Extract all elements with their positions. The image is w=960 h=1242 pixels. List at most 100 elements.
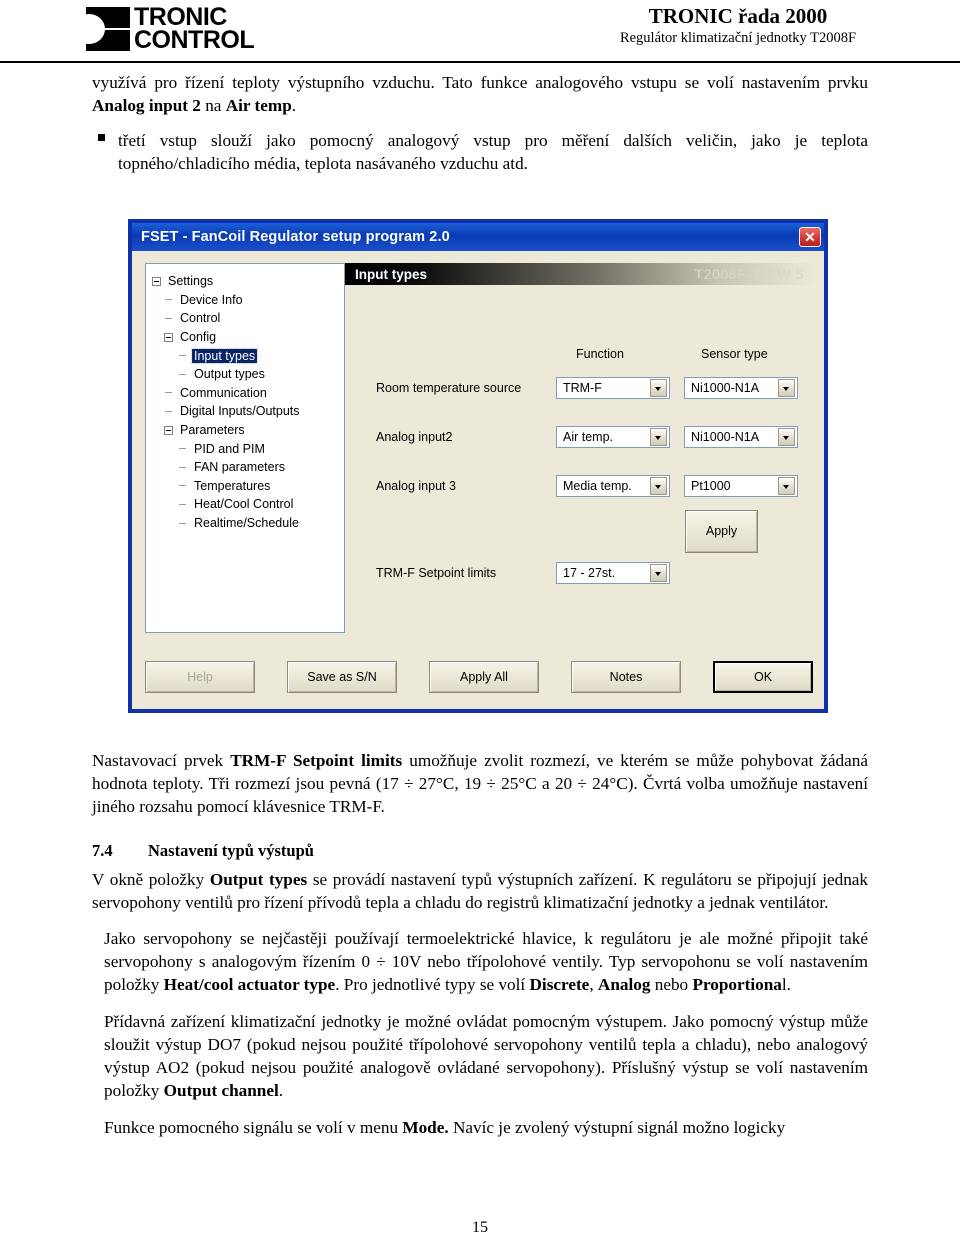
minus-expander-icon[interactable] <box>164 425 173 435</box>
bullet-marker-icon <box>92 130 118 176</box>
bullet-text: třetí vstup slouží jako pomocný analogov… <box>118 130 868 173</box>
company-logo: TRONIC CONTROL <box>86 4 255 55</box>
row-label: Analog input 3 <box>376 479 456 493</box>
close-icon[interactable]: ✕ <box>799 227 821 247</box>
para2-bold-setpoint-limits: TRM-F Setpoint limits <box>230 751 403 770</box>
function-select-analog-input-3[interactable]: Media temp. <box>556 475 670 497</box>
tree-item-realtime-schedule[interactable]: Realtime/Schedule <box>152 514 340 533</box>
para4-part-d: nebo <box>650 975 693 995</box>
column-header-function: Function <box>576 347 624 361</box>
tree-item-digital-inputs-outputs[interactable]: Digital Inputs/Outputs <box>152 402 340 421</box>
chevron-down-icon[interactable] <box>650 379 667 397</box>
select-value: Ni1000-N1A <box>691 430 760 444</box>
para4-part-c: , <box>589 975 598 995</box>
chevron-down-icon[interactable] <box>650 477 667 495</box>
ok-button[interactable]: OK <box>713 661 813 693</box>
apply-button[interactable]: Apply <box>685 510 758 553</box>
chevron-down-icon[interactable] <box>778 379 795 397</box>
select-value: TRM-F <box>563 381 602 395</box>
tree-item-label: PID and PIM <box>194 441 265 456</box>
device-model-label: T2008F-T, FW 5 <box>694 266 804 282</box>
para1-bold-analog-input-2: Analog input 2 <box>92 95 201 115</box>
function-select-room-temperature-source[interactable]: TRM-F <box>556 377 670 399</box>
logo-line-2: CONTROL <box>134 26 255 55</box>
form-row-setpoint-limits: TRM-F Setpoint limits 17 - 27st. <box>345 562 816 586</box>
tree-item-label: Temperatures <box>194 478 271 493</box>
top-text-block: využívá pro řízení teploty výstupního vz… <box>92 72 868 176</box>
apply-all-button[interactable]: Apply All <box>429 661 539 693</box>
row-label: TRM-F Setpoint limits <box>376 566 497 580</box>
para4-part-e: l. <box>781 975 791 995</box>
logo-wordmark: TRONIC CONTROL <box>134 4 255 55</box>
paragraph-auxiliary-output: Přídavná zařízení klimatizační jednotky … <box>92 1011 868 1103</box>
help-button[interactable]: Help <box>145 661 255 693</box>
section-header-bar: Input types T2008F-T, FW 5 <box>345 263 816 285</box>
tree-item-label: FAN parameters <box>194 460 286 475</box>
chevron-down-icon[interactable] <box>778 428 795 446</box>
tree-item-control[interactable]: Control <box>152 309 340 328</box>
settings-tree[interactable]: Settings Device Info Control Config Inpu… <box>145 263 345 633</box>
chevron-down-icon[interactable] <box>650 564 667 582</box>
paragraph-mode-menu: Funkce pomocného signálu se volí v menu … <box>92 1117 868 1140</box>
tree-line-icon <box>178 481 187 490</box>
dialog-titlebar[interactable]: FSET - FanCoil Regulator setup program 2… <box>132 223 824 251</box>
page-header: TRONIC CONTROL TRONIC řada 2000 Reguláto… <box>0 0 960 63</box>
tree-item-input-types[interactable]: Input types <box>152 346 340 365</box>
chevron-down-icon[interactable] <box>650 428 667 446</box>
tree-item-communication[interactable]: Communication <box>152 384 340 403</box>
para4-bold-analog: Analog <box>597 975 651 995</box>
tree-item-device-info[interactable]: Device Info <box>152 291 340 310</box>
tree-item-label-selected: Input types <box>190 347 259 364</box>
function-select-analog-input-2[interactable]: Air temp. <box>556 426 670 448</box>
minus-expander-icon[interactable] <box>164 332 173 342</box>
tree-item-label: Digital Inputs/Outputs <box>180 404 300 419</box>
sensor-type-select-analog-input-2[interactable]: Ni1000-N1A <box>684 426 798 448</box>
dialog-body: Settings Device Info Control Config Inpu… <box>132 251 824 709</box>
save-as-sn-button[interactable]: Save as S/N <box>287 661 397 693</box>
sensor-type-select-room-temperature-source[interactable]: Ni1000-N1A <box>684 377 798 399</box>
tree-item-fan-parameters[interactable]: FAN parameters <box>152 458 340 477</box>
tree-item-settings[interactable]: Settings <box>152 272 340 291</box>
page-number: 15 <box>472 1219 488 1236</box>
para1-bold-air-temp: Air temp <box>225 95 292 115</box>
para6-part-a: Funkce pomocného signálu se volí v menu <box>104 1117 403 1137</box>
notes-button[interactable]: Notes <box>571 661 681 693</box>
row-label: Analog input2 <box>376 430 453 444</box>
para6-part-b: Navíc je zvolený výstupní signál možno l… <box>448 1117 786 1137</box>
para1-part-a: využívá pro řízení teploty výstupního vz… <box>92 73 868 92</box>
tronic-logo-icon <box>86 7 130 52</box>
chevron-down-icon[interactable] <box>778 477 795 495</box>
setpoint-limits-select[interactable]: 17 - 27st. <box>556 562 670 584</box>
tree-item-label: Communication <box>180 385 267 400</box>
tree-item-heat-cool-control[interactable]: Heat/Cool Control <box>152 495 340 514</box>
tree-item-temperatures[interactable]: Temperatures <box>152 477 340 496</box>
tree-line-icon <box>164 388 173 397</box>
paragraph-output-types: V okně položky Output types se provádí n… <box>92 869 868 915</box>
sensor-type-select-analog-input-3[interactable]: Pt1000 <box>684 475 798 497</box>
tree-item-pid-and-pim[interactable]: PID and PIM <box>152 439 340 458</box>
tree-line-icon <box>178 463 187 472</box>
tree-line-icon <box>164 407 173 416</box>
para5-part-b: . <box>278 1080 284 1100</box>
para5-bold-output-channel: Output channel <box>163 1080 279 1100</box>
para1-part-b: na <box>200 95 226 115</box>
tree-item-label: Heat/Cool Control <box>194 497 294 512</box>
tree-item-output-types[interactable]: Output types <box>152 365 340 384</box>
input-types-form: Function Sensor type Room temperature so… <box>345 285 816 709</box>
tree-line-icon <box>164 314 173 323</box>
tree-item-config[interactable]: Config <box>152 328 340 347</box>
document-subtitle: Regulátor klimatizační jednotky T2008F <box>619 30 857 47</box>
tree-item-parameters[interactable]: Parameters <box>152 421 340 440</box>
form-row-room-temperature-source: Room temperature source TRM-F Ni1000-N1A <box>345 377 816 401</box>
tree-line-icon <box>178 519 187 528</box>
section-heading-7-4: 7.4 Nastavení typů výstupů <box>92 841 868 861</box>
minus-expander-icon[interactable] <box>152 276 161 286</box>
form-row-analog-input-3: Analog input 3 Media temp. Pt1000 <box>345 475 816 499</box>
select-value: 17 - 27st. <box>563 566 616 580</box>
tree-item-label: Config <box>180 330 217 345</box>
para1-part-c: . <box>291 95 297 115</box>
para3-bold-output-types: Output types <box>209 869 308 889</box>
section-title: Input types <box>355 266 428 282</box>
lower-text-block: Nastavovací prvek TRM-F Setpoint limits … <box>92 750 868 1139</box>
tree-line-icon <box>178 370 187 379</box>
